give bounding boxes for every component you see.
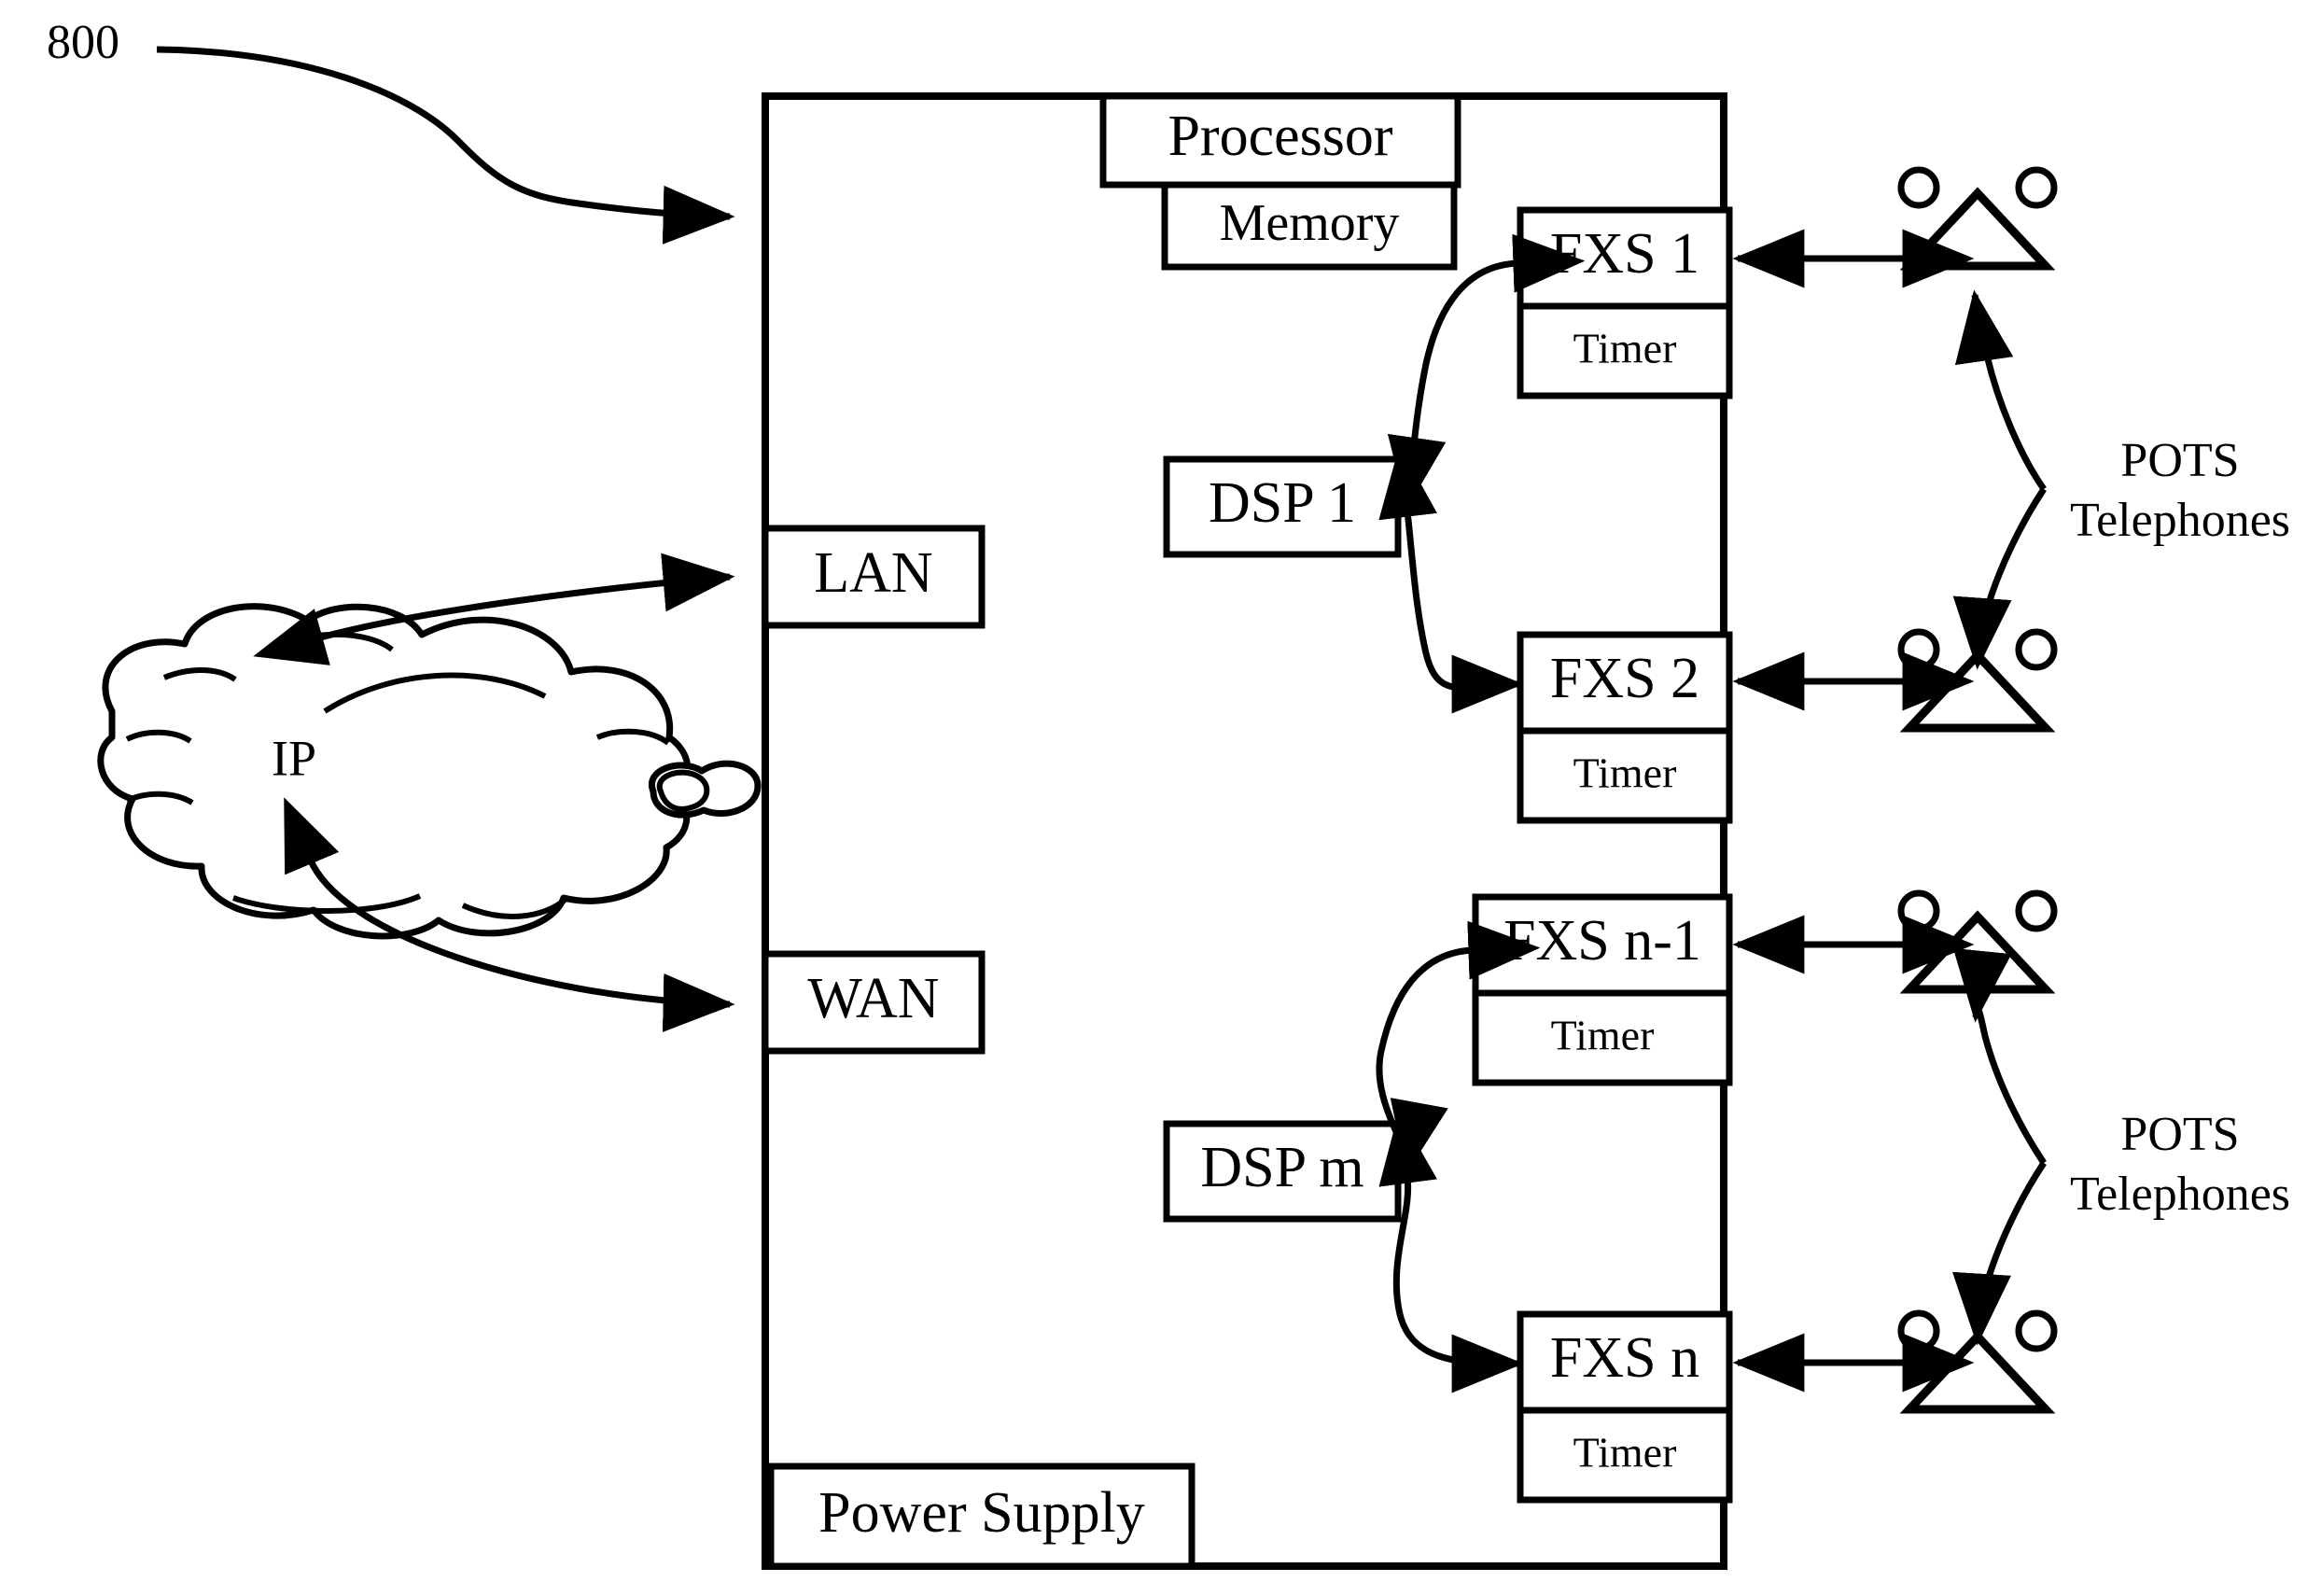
lan-interface-block: LAN xyxy=(762,525,986,629)
fxs-n-label: FXS n xyxy=(1550,1326,1699,1390)
pots-group-2-line1: POTS xyxy=(2120,1108,2239,1161)
memory-block: Memory xyxy=(1161,181,1458,271)
telephone-bell-right-4 xyxy=(2015,1309,2058,1352)
pots-telephone-3 xyxy=(1897,889,2058,994)
network-architecture-diagram: 800 Processor Memory LAN WAN Power Suppl… xyxy=(47,16,2290,1570)
pots-telephone-1 xyxy=(1897,166,2058,271)
pots-group-2-line2: Telephones xyxy=(2070,1168,2290,1221)
fxs-2-block: FXS 2 Timer xyxy=(1517,631,1733,824)
pots-group-1-line1: POTS xyxy=(2120,434,2239,487)
dsp-1-block: DSP 1 xyxy=(1163,455,1402,558)
fxs-2-label: FXS 2 xyxy=(1550,647,1699,710)
fxs-1-block: FXS 1 Timer xyxy=(1517,206,1733,399)
fxs-n-1-block: FXS n-1 Timer xyxy=(1472,893,1733,1086)
telephone-bell-right-2 xyxy=(2015,628,2058,671)
processor-label: Processor xyxy=(1167,105,1392,168)
power-supply-label: Power Supply xyxy=(818,1481,1145,1545)
fxs-n-1-timer-label: Timer xyxy=(1551,1012,1655,1059)
cloud-label: IP xyxy=(272,730,316,786)
patent-figure-canvas: 800 Processor Memory LAN WAN Power Suppl… xyxy=(0,0,2321,1596)
pots-brace-upper-1 xyxy=(1954,289,2047,492)
dsp-m-block: DSP m xyxy=(1163,1120,1402,1223)
telephone-bell-left-3 xyxy=(1897,889,1940,932)
fxs-2-timer-label: Timer xyxy=(1573,749,1677,797)
wan-label: WAN xyxy=(807,967,939,1030)
power-supply-block: Power Supply xyxy=(767,1463,1195,1570)
pots-brace-upper-2 xyxy=(1952,947,2047,1165)
telephone-bell-left-4 xyxy=(1897,1309,1940,1352)
pots-group-2: POTS Telephones xyxy=(1952,947,2290,1346)
ip-network-cloud: IP xyxy=(97,603,762,940)
fxs-1-timer-label: Timer xyxy=(1573,325,1677,372)
pots-group-1: POTS Telephones xyxy=(1952,289,2290,670)
wan-interface-block: WAN xyxy=(762,950,986,1055)
fxs-n-1-label: FXS n-1 xyxy=(1503,909,1701,973)
telephone-bell-left-2 xyxy=(1897,628,1940,671)
cloud-shape xyxy=(97,603,692,940)
lan-label: LAN xyxy=(814,541,932,605)
dsp-m-label: DSP m xyxy=(1200,1136,1363,1199)
telephone-bell-left-1 xyxy=(1897,166,1940,209)
fxs-1-label: FXS 1 xyxy=(1550,222,1699,286)
fxs-n-timer-label: Timer xyxy=(1573,1429,1677,1477)
processor-block: Processor xyxy=(1099,92,1461,189)
fxs-n-block: FXS n Timer xyxy=(1517,1310,1733,1504)
figure-reference-numeral: 800 xyxy=(47,16,119,69)
reference-leader-line xyxy=(156,46,735,245)
dsp-1-label: DSP 1 xyxy=(1209,471,1356,535)
telephone-bell-right-3 xyxy=(2015,889,2058,932)
pots-group-1-line2: Telephones xyxy=(2070,494,2290,547)
memory-label: Memory xyxy=(1220,194,1400,252)
telephone-bell-right-1 xyxy=(2015,166,2058,209)
